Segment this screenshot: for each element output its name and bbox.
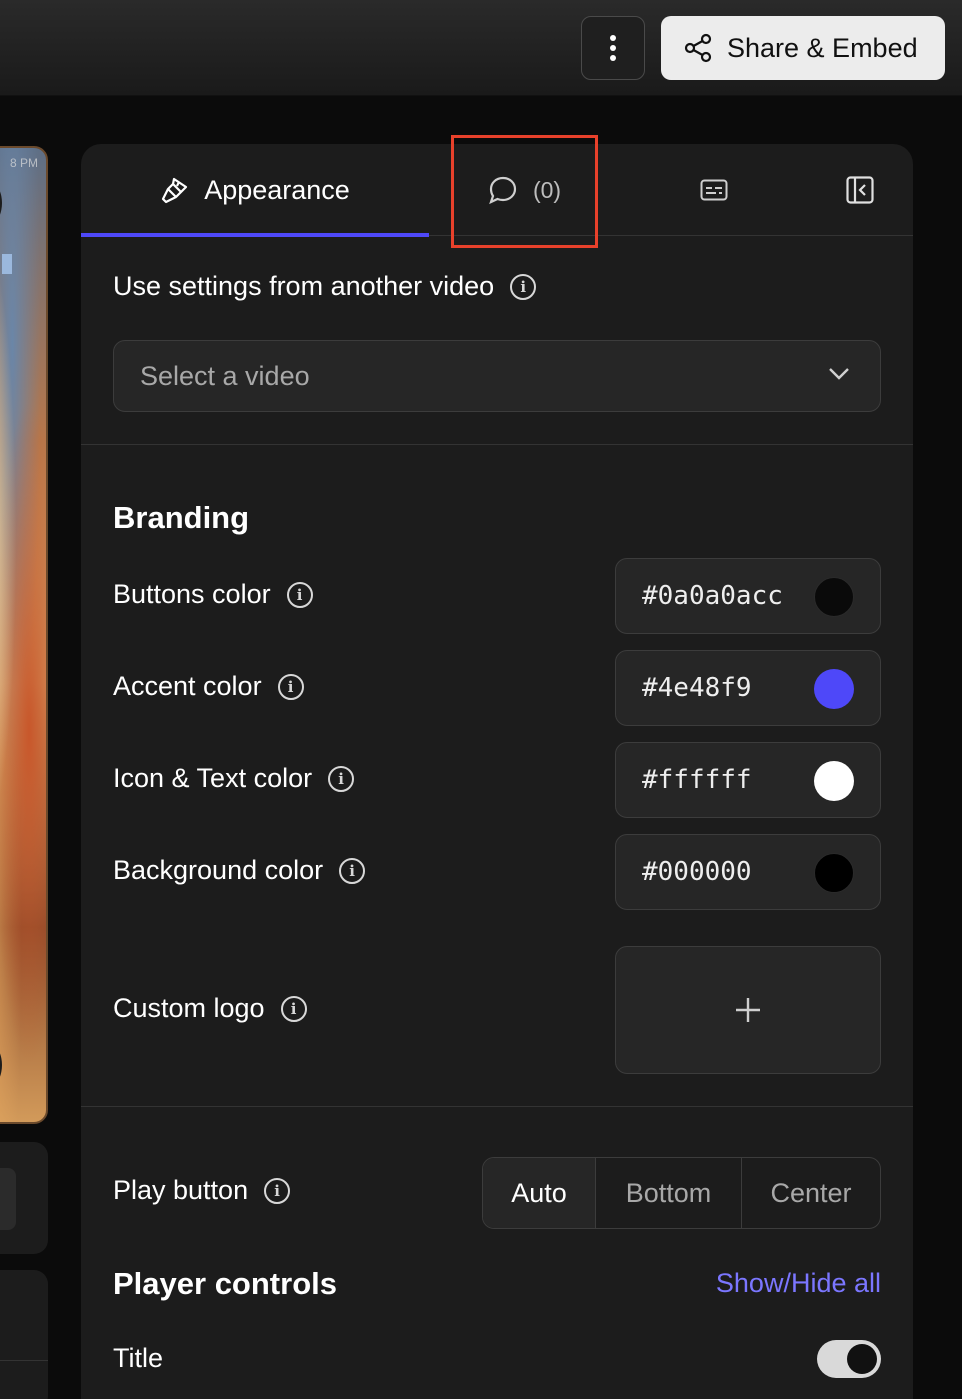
tab-appearance-label: Appearance — [204, 174, 350, 205]
highlight-box — [451, 135, 598, 248]
divider — [81, 444, 913, 445]
accent-color-row: Accent color i — [113, 671, 304, 702]
settings-source-label: Use settings from another video — [113, 271, 495, 301]
toggle-knob — [847, 1344, 877, 1374]
thumbnail-time: 8 PM — [9, 156, 38, 170]
tab-appearance[interactable]: Appearance — [81, 144, 429, 237]
custom-logo-row: Custom logo i — [113, 993, 307, 1024]
play-button-position-selector: Auto Bottom Center — [482, 1157, 881, 1229]
icon-text-color-row: Icon & Text color i — [113, 763, 355, 794]
custom-logo-label: Custom logo — [113, 993, 265, 1023]
top-bar: Share & Embed — [0, 0, 962, 96]
share-embed-button[interactable]: Share & Embed — [661, 16, 945, 80]
icon-text-color-value: #ffffff — [642, 765, 752, 795]
vertical-ellipsis-icon — [610, 35, 616, 61]
captions-icon — [700, 179, 728, 201]
play-button-option-center[interactable]: Center — [741, 1158, 880, 1228]
play-button-option-bottom[interactable]: Bottom — [595, 1158, 741, 1228]
background-color-value: #000000 — [642, 857, 752, 887]
tab-collapse-panel[interactable] — [825, 144, 895, 236]
divider — [81, 1106, 913, 1107]
accent-color-swatch[interactable] — [814, 669, 854, 709]
left-card — [0, 1270, 48, 1399]
info-icon[interactable]: i — [277, 673, 304, 700]
title-toggle[interactable] — [817, 1340, 881, 1378]
background-color-field[interactable]: #000000 — [615, 834, 881, 910]
info-icon[interactable]: i — [264, 1177, 291, 1204]
title-toggle-row: Title — [113, 1343, 163, 1374]
branding-title: Branding — [113, 500, 250, 535]
background-color-swatch[interactable] — [814, 853, 854, 893]
thumbnail-tag — [2, 254, 12, 274]
chevron-down-icon — [829, 368, 849, 380]
collapse-panel-icon — [846, 176, 874, 204]
buttons-color-field[interactable]: #0a0a0acc — [615, 558, 881, 634]
share-embed-label: Share & Embed — [727, 32, 918, 63]
info-icon[interactable]: i — [280, 995, 307, 1022]
video-select-placeholder: Select a video — [140, 360, 310, 391]
settings-source-row: Use settings from another video i — [113, 271, 537, 302]
buttons-color-row: Buttons color i — [113, 579, 313, 610]
play-button-row: Play button i — [113, 1175, 291, 1206]
info-icon[interactable]: i — [339, 857, 366, 884]
player-controls-title: Player controls — [113, 1266, 337, 1301]
settings-panel: Appearance (0) Use settings from another… — [81, 144, 913, 1399]
icon-text-color-label: Icon & Text color — [113, 763, 313, 793]
play-button-option-auto[interactable]: Auto — [483, 1158, 595, 1228]
video-select[interactable]: Select a video — [113, 340, 881, 412]
accent-color-value: #4e48f9 — [642, 673, 752, 703]
info-icon[interactable]: i — [510, 273, 537, 300]
divider — [0, 1360, 48, 1361]
paintbrush-icon — [162, 177, 188, 204]
info-icon[interactable]: i — [286, 581, 313, 608]
more-options-button[interactable] — [581, 16, 645, 80]
title-toggle-label: Title — [113, 1343, 164, 1373]
left-card-button[interactable] — [0, 1168, 16, 1230]
thumbnail-play-button[interactable] — [0, 1030, 2, 1100]
custom-logo-upload[interactable] — [615, 946, 881, 1074]
buttons-color-swatch[interactable] — [814, 577, 854, 617]
play-button-label: Play button — [113, 1175, 249, 1205]
background-color-label: Background color — [113, 855, 324, 885]
buttons-color-value: #0a0a0acc — [642, 581, 783, 611]
video-thumbnail[interactable]: 8 PM — [0, 146, 48, 1124]
icon-text-color-swatch[interactable] — [814, 761, 854, 801]
icon-text-color-field[interactable]: #ffffff — [615, 742, 881, 818]
show-hide-all-link[interactable]: Show/Hide all — [716, 1268, 881, 1299]
plus-icon — [736, 998, 760, 1022]
buttons-color-label: Buttons color — [113, 579, 271, 609]
thumbnail-overlay-button[interactable] — [0, 168, 2, 238]
info-icon[interactable]: i — [328, 765, 355, 792]
share-nodes-icon — [684, 33, 712, 63]
tab-captions[interactable] — [679, 144, 749, 236]
accent-color-field[interactable]: #4e48f9 — [615, 650, 881, 726]
accent-color-label: Accent color — [113, 671, 262, 701]
background-color-row: Background color i — [113, 855, 366, 886]
